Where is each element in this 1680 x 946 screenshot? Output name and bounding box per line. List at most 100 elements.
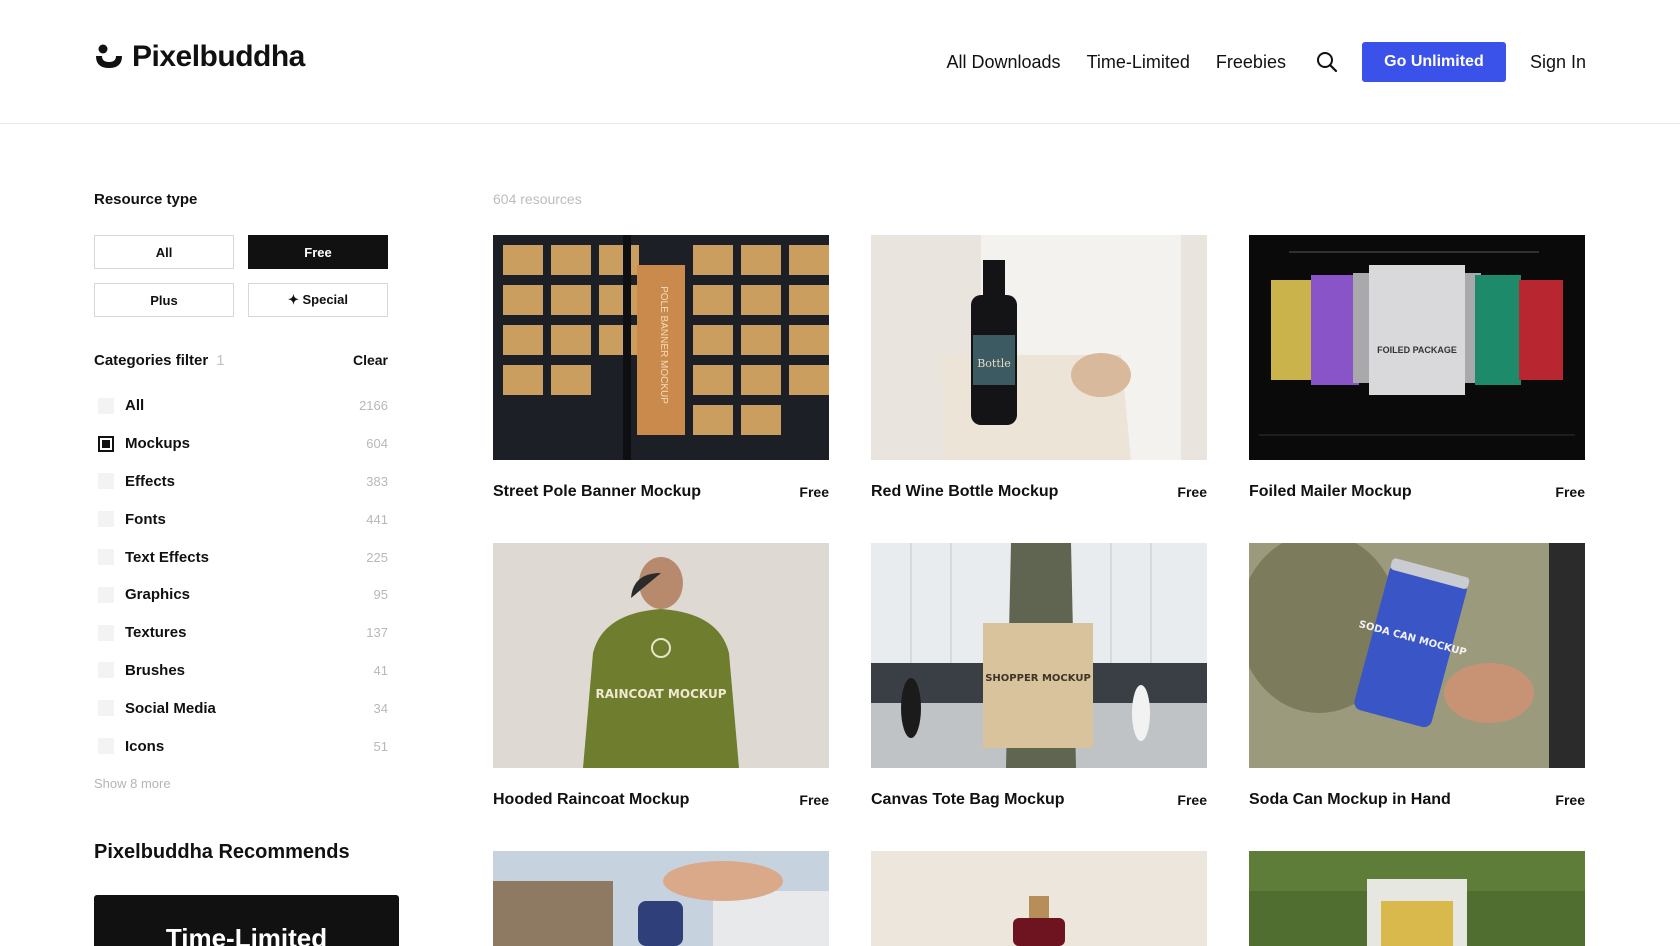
card-thumbnail[interactable]: RAINCOAT MOCKUP — [493, 543, 829, 768]
category-list: All 2166 Mockups 604 Effects 383 Fonts 441 T… — [94, 387, 388, 765]
card-title[interactable]: Foiled Mailer Mockup — [1249, 483, 1412, 501]
card-tag: Free — [1555, 792, 1585, 808]
thumb-text: POLE BANNER MOCKUP — [658, 286, 669, 404]
checkbox[interactable] — [98, 511, 114, 528]
logo[interactable]: Pixelbuddha — [94, 40, 305, 74]
selected-count-badge: 1 — [216, 352, 225, 369]
resource-card[interactable]: FOILED PACKAGE Foiled Mailer Mockup Free — [1249, 235, 1585, 501]
category-item-icons[interactable]: Icons 51 — [94, 727, 388, 765]
category-label: Graphics — [125, 586, 191, 604]
card-meta: Street Pole Banner Mockup Free — [493, 483, 829, 501]
time-limited-promo-banner[interactable]: Time-Limited — [94, 895, 399, 946]
resource-type-title: Resource type — [94, 191, 198, 208]
card-meta: Soda Can Mockup in Hand Free — [1249, 791, 1585, 809]
card-thumbnail[interactable]: POLE BANNER MOCKUP — [493, 235, 829, 460]
type-plus-button[interactable]: Plus — [94, 283, 234, 317]
card-thumbnail[interactable]: Bottle — [871, 235, 1207, 460]
card-meta: Red Wine Bottle Mockup Free — [871, 483, 1207, 501]
card-thumbnail[interactable]: FOILED PACKAGE — [1249, 235, 1585, 460]
category-count: 2166 — [359, 398, 388, 414]
card-title[interactable]: Canvas Tote Bag Mockup — [871, 791, 1065, 809]
thumb-text: Bottle — [977, 357, 1011, 370]
resource-card[interactable]: SODA CAN MOCKUP Soda Can Mockup in Hand … — [1249, 543, 1585, 809]
card-tag: Free — [1177, 484, 1207, 500]
category-label: Icons — [125, 737, 165, 755]
card-tag: Free — [1555, 484, 1585, 500]
category-count: 95 — [373, 587, 388, 603]
sign-in-link[interactable]: Sign In — [1530, 52, 1586, 73]
thumb-text: RAINCOAT MOCKUP — [595, 687, 726, 701]
category-item-brushes[interactable]: Brushes 41 — [94, 652, 388, 690]
search-icon[interactable] — [1316, 51, 1338, 73]
site-header: Pixelbuddha All Downloads Time-Limited F… — [0, 0, 1680, 124]
category-label: Fonts — [125, 510, 166, 528]
recommends-title: Pixelbuddha Recommends — [94, 841, 350, 863]
card-meta: Foiled Mailer Mockup Free — [1249, 483, 1585, 501]
go-unlimited-button[interactable]: Go Unlimited — [1361, 42, 1506, 82]
category-item-mockups[interactable]: Mockups 604 — [94, 425, 388, 463]
resource-card[interactable]: RAINCOAT MOCKUP Hooded Raincoat Mockup F… — [493, 543, 829, 809]
resource-card[interactable]: SHOPPER MOCKUP Canvas Tote Bag Mockup Fr… — [871, 543, 1207, 809]
resource-card[interactable] — [493, 851, 829, 946]
card-thumbnail[interactable] — [871, 851, 1207, 946]
category-item-textures[interactable]: Textures 137 — [94, 614, 388, 652]
category-count: 383 — [366, 473, 388, 489]
category-label: Text Effects — [125, 548, 209, 566]
checkbox-checked[interactable] — [98, 435, 114, 452]
checkbox[interactable] — [98, 700, 114, 717]
category-item-text-effects[interactable]: Text Effects 225 — [94, 538, 388, 576]
category-item-effects[interactable]: Effects 383 — [94, 463, 388, 501]
category-count: 441 — [366, 511, 388, 527]
card-tag: Free — [1177, 792, 1207, 808]
nav-freebies[interactable]: Freebies — [1216, 52, 1286, 73]
category-item-fonts[interactable]: Fonts 441 — [94, 500, 388, 538]
thumb-text: FOILED PACKAGE — [1377, 345, 1457, 355]
category-label: Effects — [125, 472, 176, 490]
category-item-graphics[interactable]: Graphics 95 — [94, 576, 388, 614]
resource-card[interactable]: Bottle Red Wine Bottle Mockup Free — [871, 235, 1207, 501]
card-title[interactable]: Street Pole Banner Mockup — [493, 483, 701, 501]
checkbox[interactable] — [98, 738, 114, 755]
pixelbuddha-logo-icon — [94, 42, 124, 72]
resource-count: 604 resources — [493, 191, 582, 207]
resource-card[interactable]: POLE BANNER MOCKUP Street Pole Banner Mo… — [493, 235, 829, 501]
card-meta: Canvas Tote Bag Mockup Free — [871, 791, 1207, 809]
category-count: 225 — [366, 549, 388, 565]
categories-header: Categories filter 1 Clear — [94, 352, 388, 369]
main-nav: All Downloads Time-Limited Freebies Go U… — [947, 42, 1586, 82]
category-item-social-media[interactable]: Social Media 34 — [94, 689, 388, 727]
checkbox[interactable] — [98, 662, 114, 679]
category-count: 34 — [373, 700, 388, 716]
card-thumbnail[interactable] — [1249, 851, 1585, 946]
thumb-text: SHOPPER MOCKUP — [985, 673, 1091, 684]
promo-text: Time-Limited — [165, 923, 328, 946]
show-more-link[interactable]: Show 8 more — [94, 776, 171, 791]
category-count: 41 — [373, 662, 388, 678]
category-label: Social Media — [125, 699, 216, 717]
type-special-button[interactable]: ✦ Special — [248, 283, 388, 317]
type-free-button[interactable]: Free — [248, 235, 388, 269]
type-all-button[interactable]: All — [94, 235, 234, 269]
card-title[interactable]: Red Wine Bottle Mockup — [871, 483, 1058, 501]
checkbox[interactable] — [98, 473, 114, 490]
nav-all-downloads[interactable]: All Downloads — [947, 52, 1061, 73]
clear-filter-button[interactable]: Clear — [353, 352, 388, 369]
checkbox[interactable] — [98, 549, 114, 566]
card-title[interactable]: Hooded Raincoat Mockup — [493, 791, 689, 809]
categories-title: Categories filter 1 — [94, 352, 225, 369]
checkbox[interactable] — [98, 397, 114, 414]
card-meta: Hooded Raincoat Mockup Free — [493, 791, 829, 809]
resource-card[interactable] — [1249, 851, 1585, 946]
brand-name: Pixelbuddha — [132, 40, 305, 73]
resource-card[interactable] — [871, 851, 1207, 946]
category-label: All — [125, 397, 145, 415]
card-title[interactable]: Soda Can Mockup in Hand — [1249, 791, 1451, 809]
card-thumbnail[interactable] — [493, 851, 829, 946]
category-item-all[interactable]: All 2166 — [94, 387, 388, 425]
card-thumbnail[interactable]: SHOPPER MOCKUP — [871, 543, 1207, 768]
category-label: Textures — [125, 624, 187, 642]
checkbox[interactable] — [98, 586, 114, 603]
nav-time-limited[interactable]: Time-Limited — [1087, 52, 1190, 73]
checkbox[interactable] — [98, 624, 114, 641]
card-thumbnail[interactable]: SODA CAN MOCKUP — [1249, 543, 1585, 768]
